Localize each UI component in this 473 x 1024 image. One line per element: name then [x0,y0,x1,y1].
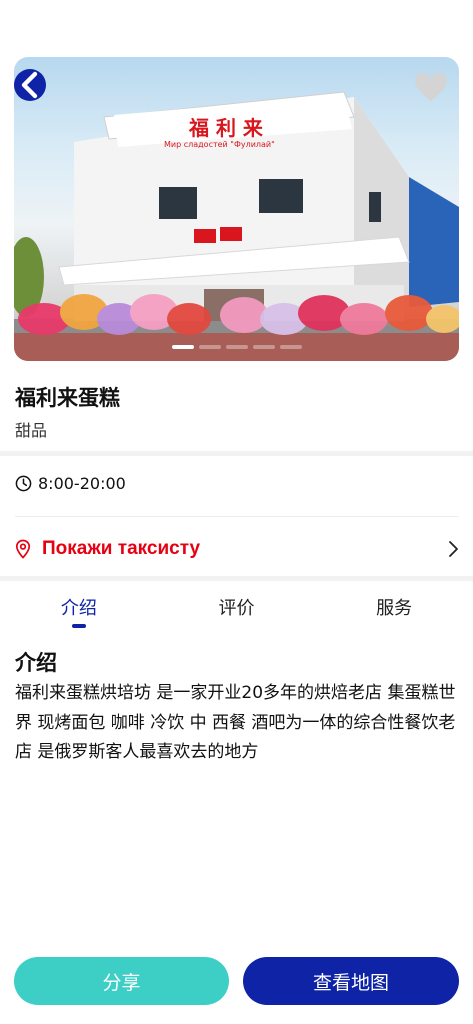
view-map-button[interactable]: 查看地图 [243,957,459,1005]
carousel-indicator [14,345,459,349]
favorite-button[interactable] [413,71,449,103]
tab-services[interactable]: 服务 [315,590,473,634]
clock-icon [15,475,32,492]
tab-bar: 介绍 评价 服务 [0,590,473,634]
tab-label: 评价 [218,598,255,619]
section-divider [0,576,473,581]
tab-intro[interactable]: 介绍 [0,590,158,634]
carousel-dot[interactable] [225,345,248,349]
share-button[interactable]: 分享 [14,957,229,1005]
back-button[interactable] [14,69,46,101]
taxi-label: Покажи таксисту [42,538,201,559]
storefront-photo: 福 利 来 Мир сладостей "Фулилай" [14,91,459,361]
carousel-dot[interactable] [279,345,302,349]
section-divider [0,451,473,456]
show-taxi-driver-row[interactable]: Покажи таксисту [15,532,459,566]
hero-image[interactable]: 福 利 来 Мир сладостей "Фулилай" [14,57,459,361]
store-sign-text: 福 利 来 [188,116,264,140]
chevron-right-icon [449,541,458,557]
carousel-dot[interactable] [171,345,194,349]
carousel-dot[interactable] [198,345,221,349]
shop-category: 甜品 [15,421,48,440]
intro-text: 福利来蛋糕烘培坊 是一家开业20多年的烘焙老店 集蛋糕世界 现烤面包 咖啡 冷饮… [15,683,456,762]
tab-label: 服务 [376,598,413,619]
tab-label: 介绍 [60,598,97,619]
heart-icon [415,73,447,101]
active-tab-indicator [71,624,86,628]
location-pin-icon [15,539,31,559]
hours-text: 8:00-20:00 [38,474,126,493]
tab-reviews[interactable]: 评价 [158,590,316,634]
chevron-left-icon [21,71,38,99]
carousel-dot[interactable] [252,345,275,349]
intro-title: 介绍 [15,651,57,675]
row-divider [15,516,458,517]
shop-name: 福利来蛋糕 [15,386,120,410]
opening-hours: 8:00-20:00 [15,474,126,493]
store-sign-subtext: Мир сладостей "Фулилай" [164,140,275,149]
